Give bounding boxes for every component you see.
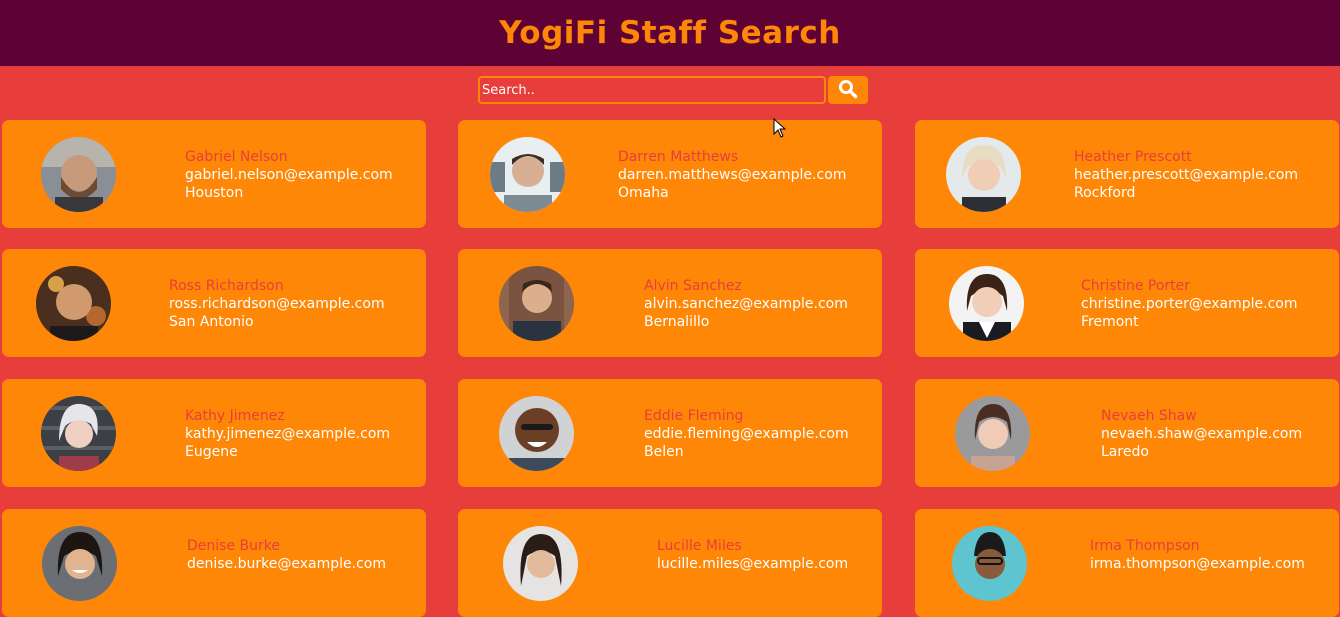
employee-email: eddie.fleming@example.com <box>644 426 849 442</box>
employee-city: Laredo <box>1101 444 1149 460</box>
employee-card[interactable]: Christine Porter christine.porter@exampl… <box>915 249 1339 357</box>
employee-email: heather.prescott@example.com <box>1074 167 1299 183</box>
employee-info: Eddie Fleming eddie.fleming@example.com … <box>644 407 849 461</box>
employee-card[interactable]: Irma Thompson irma.thompson@example.com <box>915 509 1339 617</box>
employee-card[interactable]: Nevaeh Shaw nevaeh.shaw@example.com Lare… <box>915 379 1339 487</box>
employee-city: Rockford <box>1074 185 1136 201</box>
avatar <box>955 396 1030 471</box>
employee-info: Darren Matthews darren.matthews@example.… <box>618 148 846 202</box>
avatar <box>499 266 574 341</box>
employee-card[interactable]: Alvin Sanchez alvin.sanchez@example.com … <box>458 249 882 357</box>
employee-card[interactable]: Ross Richardson ross.richardson@example.… <box>2 249 426 357</box>
mouse-cursor-icon <box>773 117 787 142</box>
employee-info: Kathy Jimenez kathy.jimenez@example.com … <box>185 407 390 461</box>
employee-card[interactable]: Denise Burke denise.burke@example.com <box>2 509 426 617</box>
employee-city: San Antonio <box>169 314 254 330</box>
avatar <box>499 396 574 471</box>
employee-city: Eugene <box>185 444 238 460</box>
employee-info: Nevaeh Shaw nevaeh.shaw@example.com Lare… <box>1101 407 1302 461</box>
employee-card[interactable]: Darren Matthews darren.matthews@example.… <box>458 120 882 228</box>
employee-name: Kathy Jimenez <box>185 408 285 424</box>
employee-name: Ross Richardson <box>169 278 284 294</box>
employee-name: Darren Matthews <box>618 149 739 165</box>
avatar <box>503 526 578 601</box>
avatar <box>490 137 565 212</box>
employee-city: Belen <box>644 444 684 460</box>
employee-name: Nevaeh Shaw <box>1101 408 1197 424</box>
employee-email: nevaeh.shaw@example.com <box>1101 426 1303 442</box>
employee-city: Houston <box>185 185 244 201</box>
employee-email: christine.porter@example.com <box>1081 296 1298 312</box>
employee-card[interactable]: Eddie Fleming eddie.fleming@example.com … <box>458 379 882 487</box>
employee-info: Denise Burke denise.burke@example.com <box>187 537 386 573</box>
employee-info: Gabriel Nelson gabriel.nelson@example.co… <box>185 148 393 202</box>
page-header: YogiFi Staff Search <box>0 0 1340 66</box>
employee-city: Omaha <box>618 185 669 201</box>
avatar <box>946 137 1021 212</box>
search-input[interactable] <box>478 76 826 104</box>
employee-email: gabriel.nelson@example.com <box>185 167 393 183</box>
employee-info: Irma Thompson irma.thompson@example.com <box>1090 537 1305 573</box>
employee-email: lucille.miles@example.com <box>657 556 849 572</box>
employee-city: Fremont <box>1081 314 1139 330</box>
employee-email: kathy.jimenez@example.com <box>185 426 391 442</box>
employee-info: Lucille Miles lucille.miles@example.com <box>657 537 848 573</box>
employee-info: Alvin Sanchez alvin.sanchez@example.com … <box>644 277 848 331</box>
employee-name: Christine Porter <box>1081 278 1191 294</box>
employee-card[interactable]: Lucille Miles lucille.miles@example.com <box>458 509 882 617</box>
employee-name: Eddie Fleming <box>644 408 744 424</box>
avatar <box>952 526 1027 601</box>
search-bar <box>478 76 868 104</box>
employee-card[interactable]: Kathy Jimenez kathy.jimenez@example.com … <box>2 379 426 487</box>
avatar <box>949 266 1024 341</box>
employee-info: Heather Prescott heather.prescott@exampl… <box>1074 148 1298 202</box>
employee-name: Gabriel Nelson <box>185 149 288 165</box>
employee-email: ross.richardson@example.com <box>169 296 385 312</box>
avatar <box>41 137 116 212</box>
employee-name: Heather Prescott <box>1074 149 1192 165</box>
employee-info: Christine Porter christine.porter@exampl… <box>1081 277 1298 331</box>
avatar <box>42 526 117 601</box>
avatar <box>41 396 116 471</box>
employee-email: denise.burke@example.com <box>187 556 386 572</box>
employee-card[interactable]: Heather Prescott heather.prescott@exampl… <box>915 120 1339 228</box>
search-icon <box>838 79 858 102</box>
employee-card[interactable]: Gabriel Nelson gabriel.nelson@example.co… <box>2 120 426 228</box>
page-title: YogiFi Staff Search <box>499 15 841 51</box>
employee-email: alvin.sanchez@example.com <box>644 296 848 312</box>
employee-email: darren.matthews@example.com <box>618 167 847 183</box>
employee-name: Denise Burke <box>187 538 280 554</box>
employee-name: Irma Thompson <box>1090 538 1200 554</box>
employee-info: Ross Richardson ross.richardson@example.… <box>169 277 385 331</box>
search-button[interactable] <box>828 76 868 104</box>
employee-name: Alvin Sanchez <box>644 278 742 294</box>
employee-name: Lucille Miles <box>657 538 742 554</box>
employee-city: Bernalillo <box>644 314 710 330</box>
employee-email: irma.thompson@example.com <box>1090 556 1305 572</box>
avatar <box>36 266 111 341</box>
